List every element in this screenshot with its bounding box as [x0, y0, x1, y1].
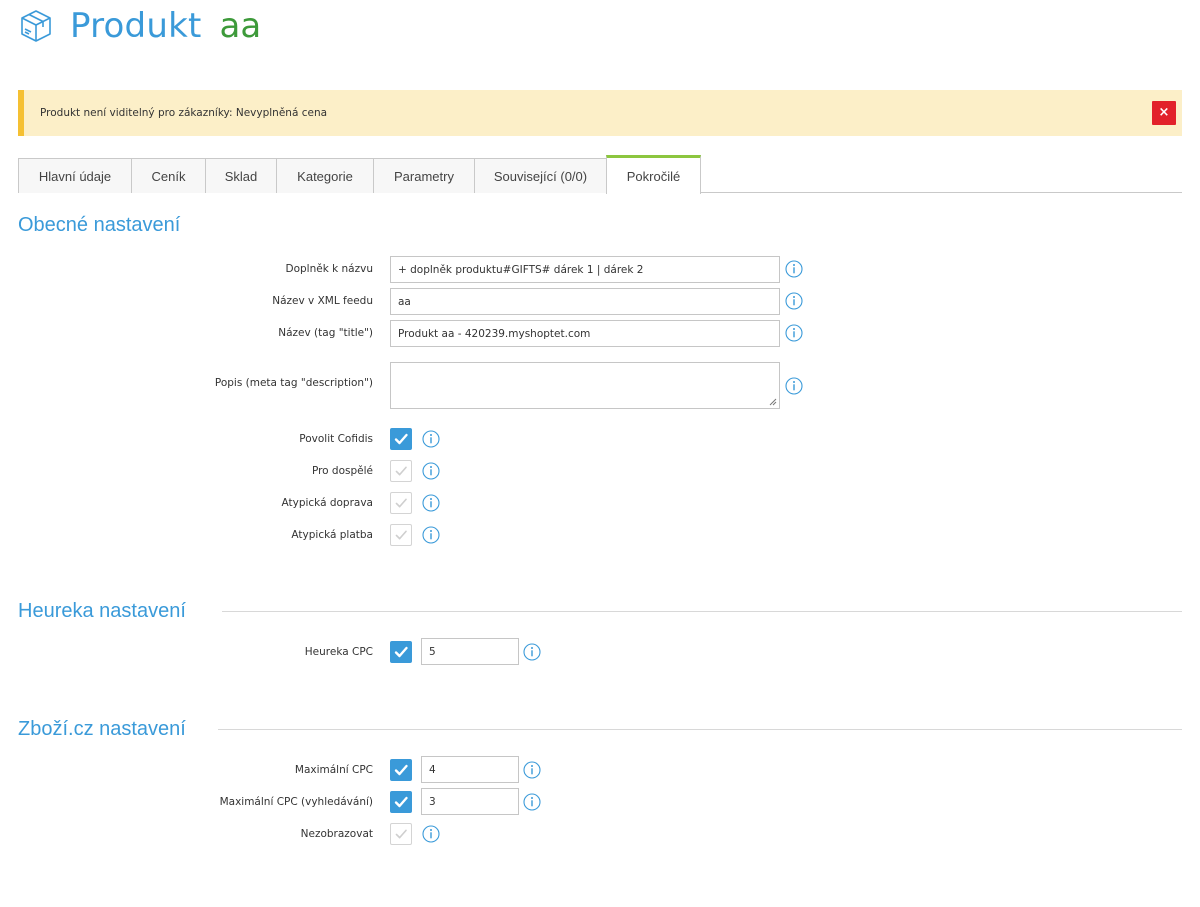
tab-advanced[interactable]: Pokročilé — [606, 155, 701, 194]
resize-grip-icon[interactable] — [769, 398, 777, 406]
max-cpc-checkbox[interactable] — [390, 759, 412, 781]
alert-text: Produkt není viditelný pro zákazníky: Ne… — [40, 107, 328, 119]
atypical-delivery-checkbox[interactable] — [390, 492, 412, 514]
tab-related[interactable]: Související (0/0) — [474, 158, 607, 193]
label-title-tag: Název (tag "title") — [278, 327, 373, 339]
alert-close-button[interactable]: × — [1152, 101, 1176, 125]
name-addon-input[interactable]: + doplněk produktu#GIFTS# dárek 1 | dáre… — [390, 256, 780, 283]
section-divider — [218, 729, 1182, 730]
info-icon[interactable] — [422, 825, 440, 843]
label-max-cpc-search: Maximální CPC (vyhledávání) — [219, 796, 373, 808]
tab-stock[interactable]: Sklad — [205, 158, 277, 193]
info-icon[interactable] — [785, 292, 803, 310]
info-icon[interactable] — [785, 324, 803, 342]
info-icon[interactable] — [422, 494, 440, 512]
xml-name-input[interactable]: aa — [390, 288, 780, 315]
info-icon[interactable] — [422, 462, 440, 480]
tab-categories[interactable]: Kategorie — [276, 158, 374, 193]
section-title-general: Obecné nastavení — [18, 214, 181, 236]
info-icon[interactable] — [785, 260, 803, 278]
label-max-cpc: Maximální CPC — [294, 764, 373, 776]
label-description: Popis (meta tag "description") — [214, 377, 373, 389]
atypical-payment-checkbox[interactable] — [390, 524, 412, 546]
tab-main-info[interactable]: Hlavní údaje — [18, 158, 132, 193]
product-name: aa — [219, 6, 262, 46]
label-heureka-cpc: Heureka CPC — [304, 646, 373, 658]
max-cpc-search-checkbox[interactable] — [390, 791, 412, 813]
visibility-alert: Produkt není viditelný pro zákazníky: Ne… — [18, 90, 1182, 136]
label-xml-name: Název v XML feedu — [272, 295, 373, 307]
page-title: Produkt — [70, 6, 202, 46]
heureka-cpc-checkbox[interactable] — [390, 641, 412, 663]
info-icon[interactable] — [523, 793, 541, 811]
title-tag-input[interactable]: Produkt aa - 420239.myshoptet.com — [390, 320, 780, 347]
info-icon[interactable] — [785, 377, 803, 395]
cofidis-checkbox[interactable] — [390, 428, 412, 450]
info-icon[interactable] — [422, 430, 440, 448]
section-title-zbozi: Zboží.cz nastavení — [18, 718, 186, 740]
max-cpc-search-input[interactable]: 3 — [421, 788, 519, 815]
section-divider — [222, 611, 1182, 612]
label-atypical-payment: Atypická platba — [291, 529, 373, 541]
label-hide: Nezobrazovat — [300, 828, 373, 840]
description-textarea[interactable] — [390, 362, 780, 409]
info-icon[interactable] — [523, 643, 541, 661]
box-icon — [21, 10, 51, 42]
tab-parameters[interactable]: Parametry — [373, 158, 475, 193]
tab-pricelist[interactable]: Ceník — [131, 158, 206, 193]
adults-checkbox[interactable] — [390, 460, 412, 482]
label-atypical-delivery: Atypická doprava — [281, 497, 373, 509]
label-cofidis: Povolit Cofidis — [299, 433, 373, 445]
label-adults: Pro dospělé — [311, 465, 373, 477]
info-icon[interactable] — [523, 761, 541, 779]
label-name-addon: Doplněk k názvu — [285, 263, 373, 275]
hide-checkbox[interactable] — [390, 823, 412, 845]
section-title-heureka: Heureka nastavení — [18, 600, 186, 622]
heureka-cpc-input[interactable]: 5 — [421, 638, 519, 665]
tab-bar: Hlavní údaje Ceník Sklad Kategorie Param… — [18, 155, 1182, 194]
page-header: Produkt aa — [18, 2, 261, 50]
info-icon[interactable] — [422, 526, 440, 544]
max-cpc-input[interactable]: 4 — [421, 756, 519, 783]
